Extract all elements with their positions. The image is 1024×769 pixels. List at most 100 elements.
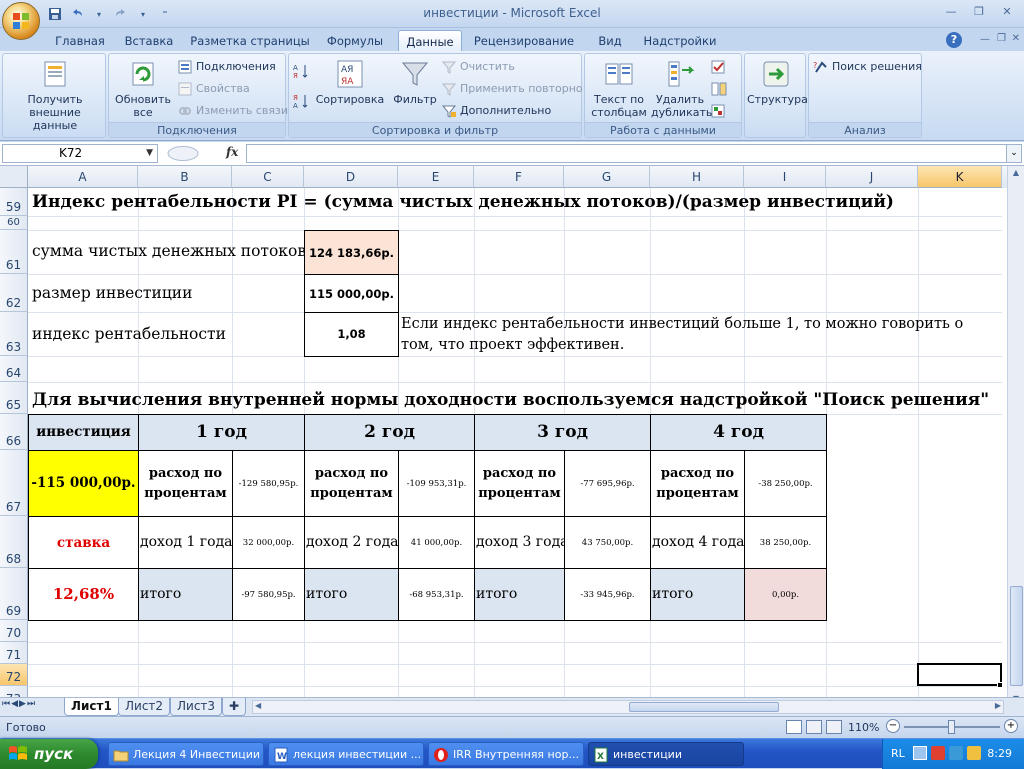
col-header-b[interactable]: B: [138, 166, 232, 188]
col-header-c[interactable]: C: [232, 166, 304, 188]
total-value-1[interactable]: -97 580,95р.: [232, 568, 305, 621]
income-value-1[interactable]: 32 000,00р.: [232, 516, 305, 569]
tab-addins[interactable]: Надстройки: [640, 30, 720, 52]
row-header-65[interactable]: 65: [0, 382, 28, 414]
col-header-d[interactable]: D: [304, 166, 398, 188]
income-value-4[interactable]: 38 250,00р.: [744, 516, 827, 569]
row-header-72[interactable]: 72: [0, 664, 28, 686]
taskbar-item-folder[interactable]: Лекция 4 Инвестиции: [108, 742, 264, 766]
next-sheet-icon[interactable]: ▶: [19, 699, 26, 709]
help-icon[interactable]: ?: [946, 32, 962, 48]
volume-icon[interactable]: [967, 746, 981, 760]
horizontal-scrollbar[interactable]: ◀ ▶: [252, 700, 1004, 714]
expand-formula-bar-icon[interactable]: ⌄: [1006, 144, 1022, 163]
zoom-slider-thumb[interactable]: [948, 720, 955, 734]
normal-view-icon[interactable]: [786, 720, 802, 734]
restore-icon[interactable]: ❐: [966, 2, 992, 20]
col-header-f[interactable]: F: [474, 166, 564, 188]
scroll-right-icon[interactable]: ▶: [995, 701, 1001, 710]
page-layout-icon[interactable]: [806, 720, 822, 734]
income-value-2[interactable]: 41 000,00р.: [398, 516, 475, 569]
row-header-59[interactable]: 59: [0, 188, 28, 216]
tab-insert[interactable]: Вставка: [120, 30, 178, 52]
sort-asc-button[interactable]: АЯ: [293, 62, 309, 80]
row-header-69[interactable]: 69: [0, 568, 28, 620]
formula-input[interactable]: [246, 144, 1014, 163]
close-workbook-icon[interactable]: ✕: [1012, 33, 1020, 44]
sort-button[interactable]: АЯ ЯА Сортировка: [315, 58, 385, 106]
sheet-tab-3[interactable]: Лист3: [170, 698, 223, 716]
profitability-note[interactable]: Если индекс рентабельности инвестиций бо…: [401, 314, 991, 356]
col-header-j[interactable]: J: [826, 166, 918, 188]
col-header-e[interactable]: E: [398, 166, 474, 188]
close-icon[interactable]: ✕: [994, 2, 1020, 20]
name-box[interactable]: K72 ▼: [2, 144, 158, 163]
prev-sheet-icon[interactable]: ◀: [11, 699, 18, 709]
income-value-3[interactable]: 43 750,00р.: [564, 516, 651, 569]
network-icon[interactable]: [913, 746, 927, 760]
expense-value-3[interactable]: -77 695,96р.: [564, 450, 651, 517]
profitability-index-label[interactable]: индекс рентабельности: [32, 325, 226, 343]
row-header-63[interactable]: 63: [0, 312, 28, 356]
fx-icon[interactable]: fx: [226, 145, 238, 159]
row-header-70[interactable]: 70: [0, 620, 28, 642]
row-header-66[interactable]: 66: [0, 414, 28, 450]
last-sheet-icon[interactable]: ⏭: [27, 699, 35, 709]
irr-solver-title[interactable]: Для вычисления внутренней нормы доходнос…: [32, 390, 989, 410]
text-to-columns-button[interactable]: Текст по столбцам: [589, 58, 649, 119]
remove-duplicates-button[interactable]: Удалить дубликаты: [649, 58, 715, 119]
tab-home[interactable]: Главная: [50, 30, 110, 52]
consolidate-button[interactable]: [711, 80, 727, 98]
minimize-icon[interactable]: —: [938, 2, 964, 20]
vertical-scrollbar[interactable]: ▲ ▼: [1007, 166, 1024, 712]
office-button[interactable]: [2, 2, 40, 40]
tab-formulas[interactable]: Формулы: [322, 30, 388, 52]
solver-button[interactable]: ? Поиск решения: [813, 58, 922, 76]
tray-app-icon[interactable]: [949, 746, 963, 760]
total-value-4[interactable]: 0,00р.: [744, 568, 827, 621]
row-header-68[interactable]: 68: [0, 516, 28, 568]
zoom-in-icon[interactable]: +: [1004, 719, 1018, 733]
scroll-left-icon[interactable]: ◀: [255, 701, 261, 710]
chevron-down-icon[interactable]: ▼: [146, 145, 153, 162]
worksheet-grid[interactable]: A B C D E F G H I J K 59 60 61 62 63 64 …: [0, 166, 1024, 712]
sort-desc-button[interactable]: ЯА: [293, 92, 309, 110]
expense-value-2[interactable]: -109 953,31р.: [398, 450, 475, 517]
row-header-64[interactable]: 64: [0, 356, 28, 382]
connections-button[interactable]: Подключения: [177, 58, 276, 76]
page-break-icon[interactable]: [826, 720, 842, 734]
tab-review[interactable]: Рецензирование: [472, 30, 576, 52]
clear-button[interactable]: Очистить: [441, 58, 515, 76]
expense-value-4[interactable]: -38 250,00р.: [744, 450, 827, 517]
row-header-67[interactable]: 67: [0, 450, 28, 516]
data-validation-button[interactable]: [711, 58, 727, 76]
sheet-tab-1[interactable]: Лист1: [64, 698, 119, 716]
what-if-button[interactable]: [711, 102, 727, 120]
filter-button[interactable]: Фильтр: [389, 58, 441, 106]
taskbar-item-opera[interactable]: IRR Внутренняя нор...: [428, 742, 584, 766]
investment-size-label[interactable]: размер инвестиции: [32, 284, 192, 302]
sheet-tab-2[interactable]: Лист2: [118, 698, 171, 716]
fill-handle[interactable]: [997, 682, 1003, 688]
get-external-data-button[interactable]: Получить внешние данные: [5, 58, 105, 132]
scroll-thumb[interactable]: [1010, 586, 1023, 686]
restore-workbook-icon[interactable]: ❐: [997, 33, 1006, 44]
tab-view[interactable]: Вид: [590, 30, 630, 52]
tab-page-layout[interactable]: Разметка страницы: [190, 30, 310, 52]
outline-button[interactable]: Структура: [747, 58, 808, 106]
net-cash-flows-label[interactable]: сумма чистых денежных потоков: [32, 242, 306, 260]
tab-data[interactable]: Данные: [398, 30, 462, 52]
refresh-all-button[interactable]: Обновить все: [111, 58, 175, 119]
first-sheet-icon[interactable]: ⏮: [2, 699, 10, 709]
col-header-a[interactable]: A: [28, 166, 138, 188]
col-header-h[interactable]: H: [650, 166, 744, 188]
insert-sheet-icon[interactable]: ✚: [222, 698, 246, 716]
row-header-62[interactable]: 62: [0, 274, 28, 312]
row-header-61[interactable]: 61: [0, 230, 28, 274]
advanced-filter-button[interactable]: Дополнительно: [441, 102, 551, 120]
active-cell-k72[interactable]: [917, 663, 1002, 686]
taskbar-item-excel[interactable]: X инвестиции: [588, 742, 744, 766]
language-indicator[interactable]: RL: [891, 747, 905, 760]
edit-links-button[interactable]: Изменить связи: [177, 102, 288, 120]
expense-value-1[interactable]: -129 580,95р.: [232, 450, 305, 517]
